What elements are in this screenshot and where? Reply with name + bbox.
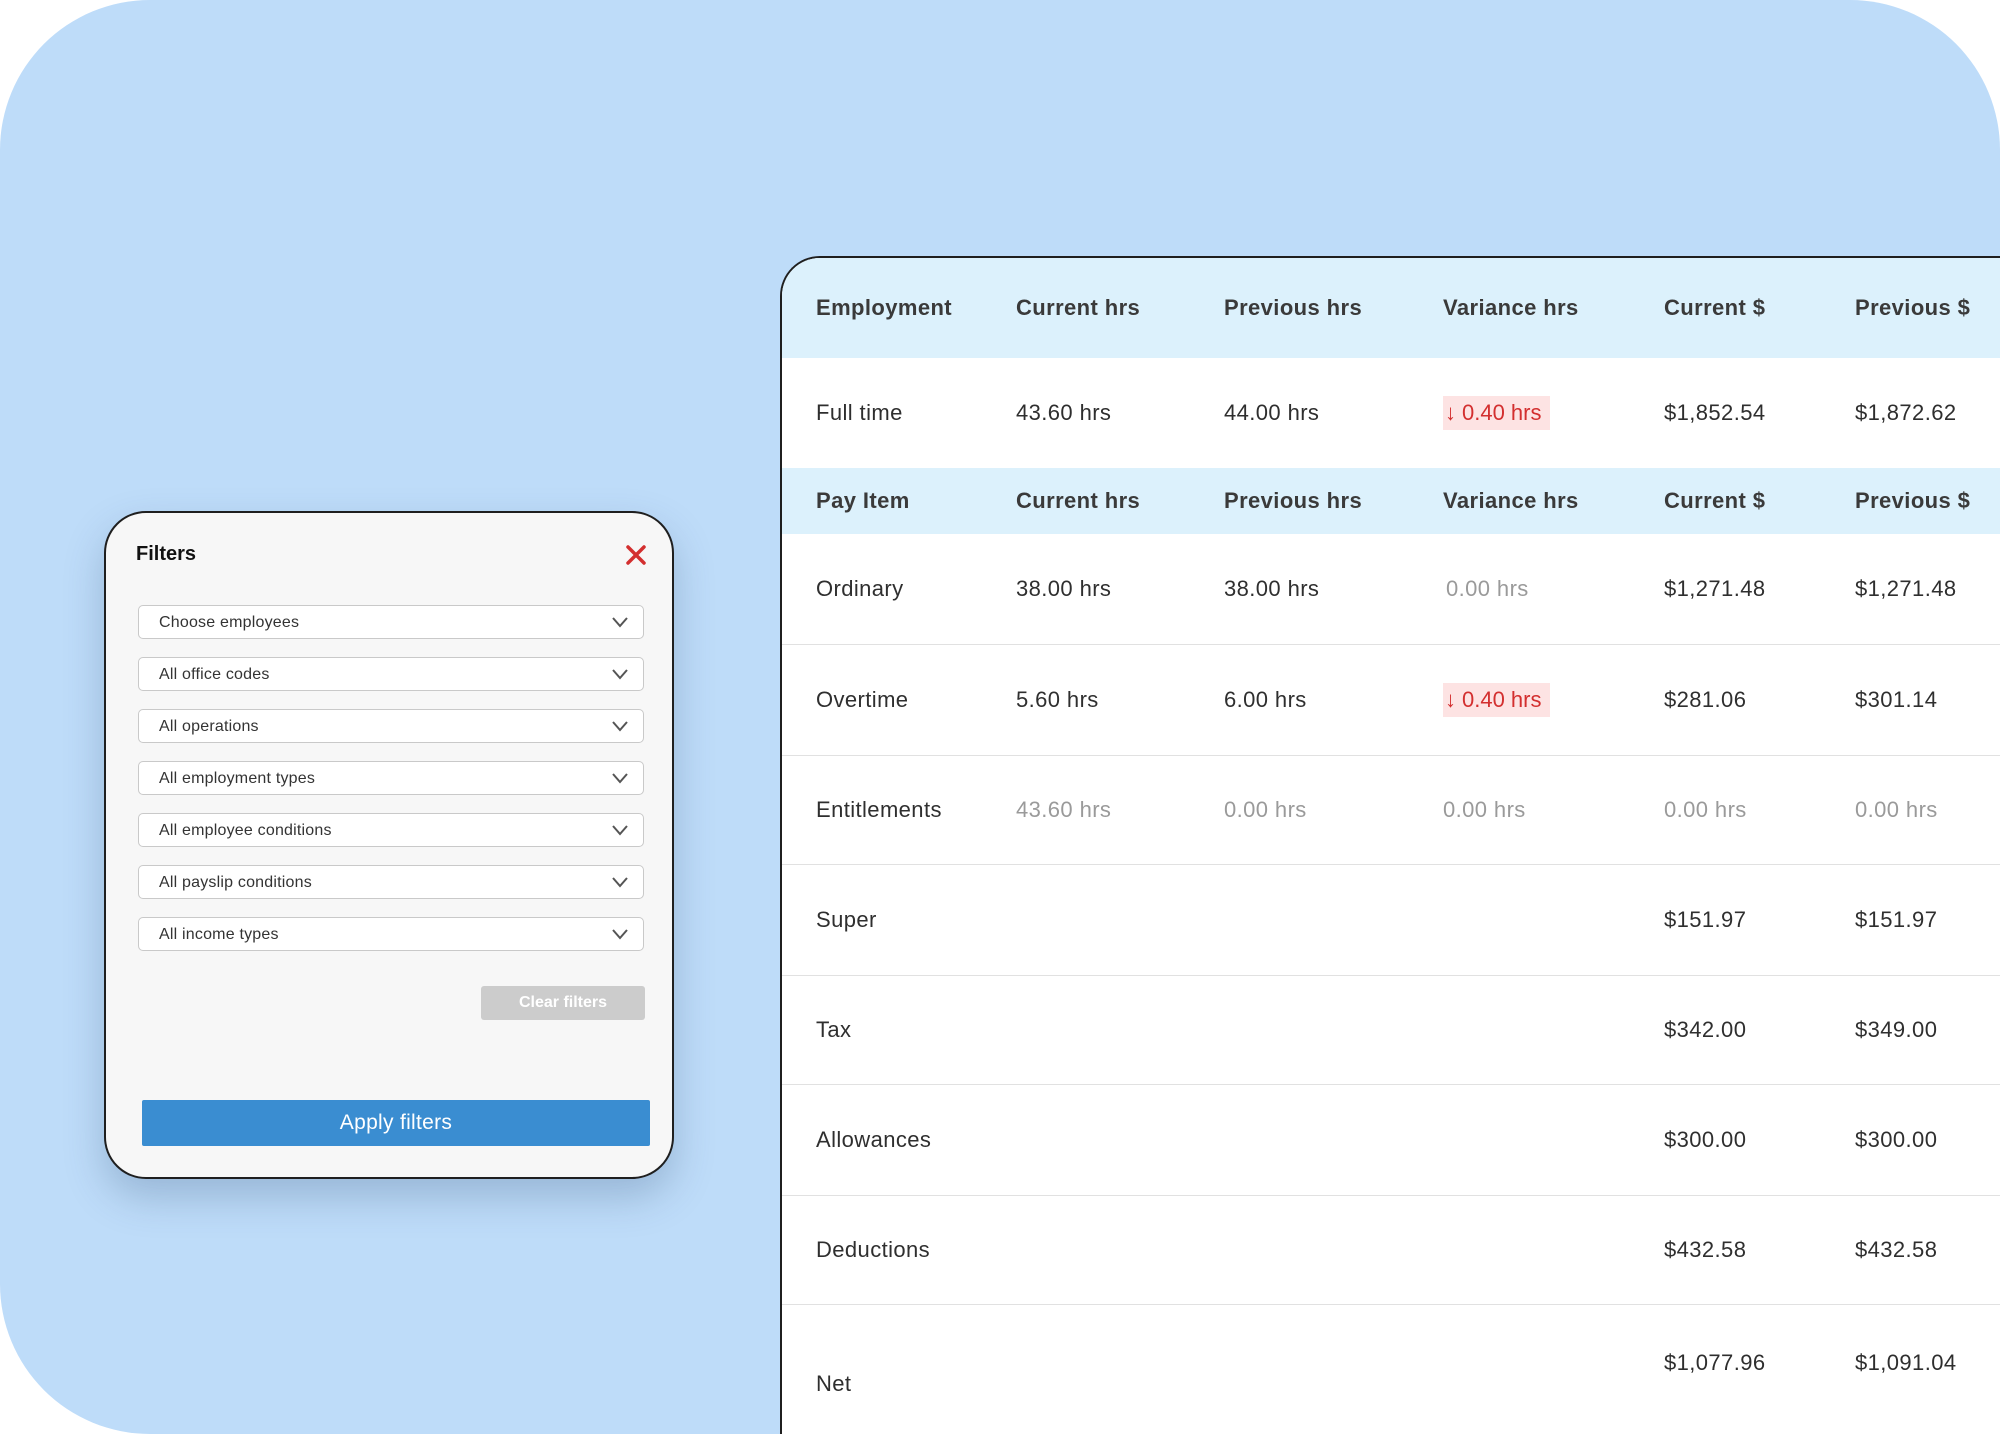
income-types-select[interactable]: All income types xyxy=(138,917,644,951)
row-label: Net xyxy=(816,1370,852,1396)
apply-filters-button[interactable]: Apply filters xyxy=(142,1100,650,1146)
chevron-down-icon xyxy=(612,929,628,940)
select-label: All employee conditions xyxy=(159,822,332,839)
column-header: Current $ xyxy=(1664,295,1766,320)
column-header: Variance hrs xyxy=(1443,295,1579,320)
current-amount: $1,077.96 xyxy=(1664,1349,1766,1375)
close-icon xyxy=(626,545,646,565)
table-row-tax: Tax $342.00 $349.00 xyxy=(782,976,2000,1085)
column-header: Previous hrs xyxy=(1224,295,1363,320)
column-header: Previous hrs xyxy=(1224,488,1363,513)
variance-value: 0.00 hrs xyxy=(1446,576,1529,601)
table-row-ordinary: Ordinary 38.00 hrs 38.00 hrs 0.00 hrs $1… xyxy=(782,534,2000,645)
chevron-down-icon xyxy=(612,877,628,888)
employees-select[interactable]: Choose employees xyxy=(138,605,644,639)
employee-conditions-select[interactable]: All employee conditions xyxy=(138,813,644,847)
current-amount: $1,852.54 xyxy=(1664,400,1766,425)
select-label: Choose employees xyxy=(159,614,300,631)
column-header: Pay Item xyxy=(816,488,910,513)
office-codes-select[interactable]: All office codes xyxy=(138,657,644,691)
variance-badge: ↓ 0.40 hrs xyxy=(1443,683,1550,717)
current-hrs: 43.60 hrs xyxy=(1016,797,1112,822)
payroll-variance-table: Employment Current hrs Previous hrs Vari… xyxy=(780,256,2000,1434)
column-header: Previous $ xyxy=(1855,488,1971,513)
chevron-down-icon xyxy=(612,825,628,836)
previous-amount: $1,872.62 xyxy=(1855,400,1957,425)
previous-hrs: 38.00 hrs xyxy=(1224,576,1320,601)
column-header: Current hrs xyxy=(1016,295,1141,320)
row-label: Full time xyxy=(816,400,903,425)
filters-title: Filters xyxy=(136,543,197,565)
row-label: Ordinary xyxy=(816,576,904,601)
current-amount: 0.00 hrs xyxy=(1664,797,1747,822)
previous-amount: $151.97 xyxy=(1855,907,1938,932)
chevron-down-icon xyxy=(612,721,628,732)
operations-select[interactable]: All operations xyxy=(138,709,644,743)
select-label: All income types xyxy=(159,926,279,943)
table-row-super: Super $151.97 $151.97 xyxy=(782,865,2000,976)
select-label: All operations xyxy=(159,718,259,735)
previous-amount: $301.14 xyxy=(1855,687,1938,712)
payslip-conditions-select[interactable]: All payslip conditions xyxy=(138,865,644,899)
variance-value: 0.00 hrs xyxy=(1443,797,1526,822)
column-header: Current hrs xyxy=(1016,488,1141,513)
table-row-entitlements: Entitlements 43.60 hrs 0.00 hrs 0.00 hrs… xyxy=(782,756,2000,865)
arrow-down-icon: ↓ xyxy=(1445,687,1456,712)
row-label: Entitlements xyxy=(816,797,942,822)
row-label: Allowances xyxy=(816,1127,932,1152)
arrow-down-icon: ↓ xyxy=(1445,400,1456,425)
select-label: All office codes xyxy=(159,666,270,683)
variance-badge: ↓ 0.40 hrs xyxy=(1443,396,1550,430)
table-row-allowances: Allowances $300.00 $300.00 xyxy=(782,1085,2000,1196)
column-header: Employment xyxy=(816,295,953,320)
variance-value: 0.40 hrs xyxy=(1462,400,1542,425)
table-row-deductions: Deductions $432.58 $432.58 xyxy=(782,1196,2000,1305)
previous-amount: $1,091.04 xyxy=(1855,1349,1957,1375)
row-label: Tax xyxy=(816,1017,852,1042)
previous-amount: $432.58 xyxy=(1855,1237,1938,1262)
pay-item-header-row: Pay Item Current hrs Previous hrs Varian… xyxy=(782,468,2000,534)
employment-types-select[interactable]: All employment types xyxy=(138,761,644,795)
previous-hrs: 44.00 hrs xyxy=(1224,400,1320,425)
table-row-net: Net $1,077.96 $1,091.04 xyxy=(782,1305,2000,1434)
select-label: All payslip conditions xyxy=(159,874,312,891)
close-button[interactable] xyxy=(622,541,650,569)
current-amount: $300.00 xyxy=(1664,1127,1747,1152)
table-row-overtime: Overtime 5.60 hrs 6.00 hrs ↓ 0.40 hrs $28… xyxy=(782,645,2000,756)
variance-value: 0.40 hrs xyxy=(1462,687,1542,712)
current-amount: $432.58 xyxy=(1664,1237,1747,1262)
column-header: Variance hrs xyxy=(1443,488,1579,513)
chevron-down-icon xyxy=(612,669,628,680)
previous-amount: $300.00 xyxy=(1855,1127,1938,1152)
row-label: Super xyxy=(816,907,877,932)
employment-header-row: Employment Current hrs Previous hrs Vari… xyxy=(782,258,2000,358)
previous-hrs: 6.00 hrs xyxy=(1224,687,1307,712)
row-label: Overtime xyxy=(816,687,909,712)
column-header: Previous $ xyxy=(1855,295,1971,320)
filters-panel: Filters Choose employees All office code… xyxy=(104,511,674,1179)
column-header: Current $ xyxy=(1664,488,1766,513)
current-hrs: 43.60 hrs xyxy=(1016,400,1112,425)
select-label: All employment types xyxy=(159,770,316,787)
row-label: Deductions xyxy=(816,1237,931,1262)
current-amount: $1,271.48 xyxy=(1664,576,1766,601)
previous-amount: $349.00 xyxy=(1855,1017,1938,1042)
chevron-down-icon xyxy=(612,773,628,784)
table-row-full-time: Full time 43.60 hrs 44.00 hrs ↓ 0.40 hrs … xyxy=(782,358,2000,468)
current-hrs: 5.60 hrs xyxy=(1016,687,1099,712)
current-hrs: 38.00 hrs xyxy=(1016,576,1112,601)
previous-amount: 0.00 hrs xyxy=(1855,797,1938,822)
previous-hrs: 0.00 hrs xyxy=(1224,797,1307,822)
current-amount: $342.00 xyxy=(1664,1017,1747,1042)
current-amount: $281.06 xyxy=(1664,687,1747,712)
current-amount: $151.97 xyxy=(1664,907,1747,932)
clear-filters-button[interactable]: Clear filters xyxy=(481,986,645,1020)
previous-amount: $1,271.48 xyxy=(1855,576,1957,601)
chevron-down-icon xyxy=(612,617,628,628)
